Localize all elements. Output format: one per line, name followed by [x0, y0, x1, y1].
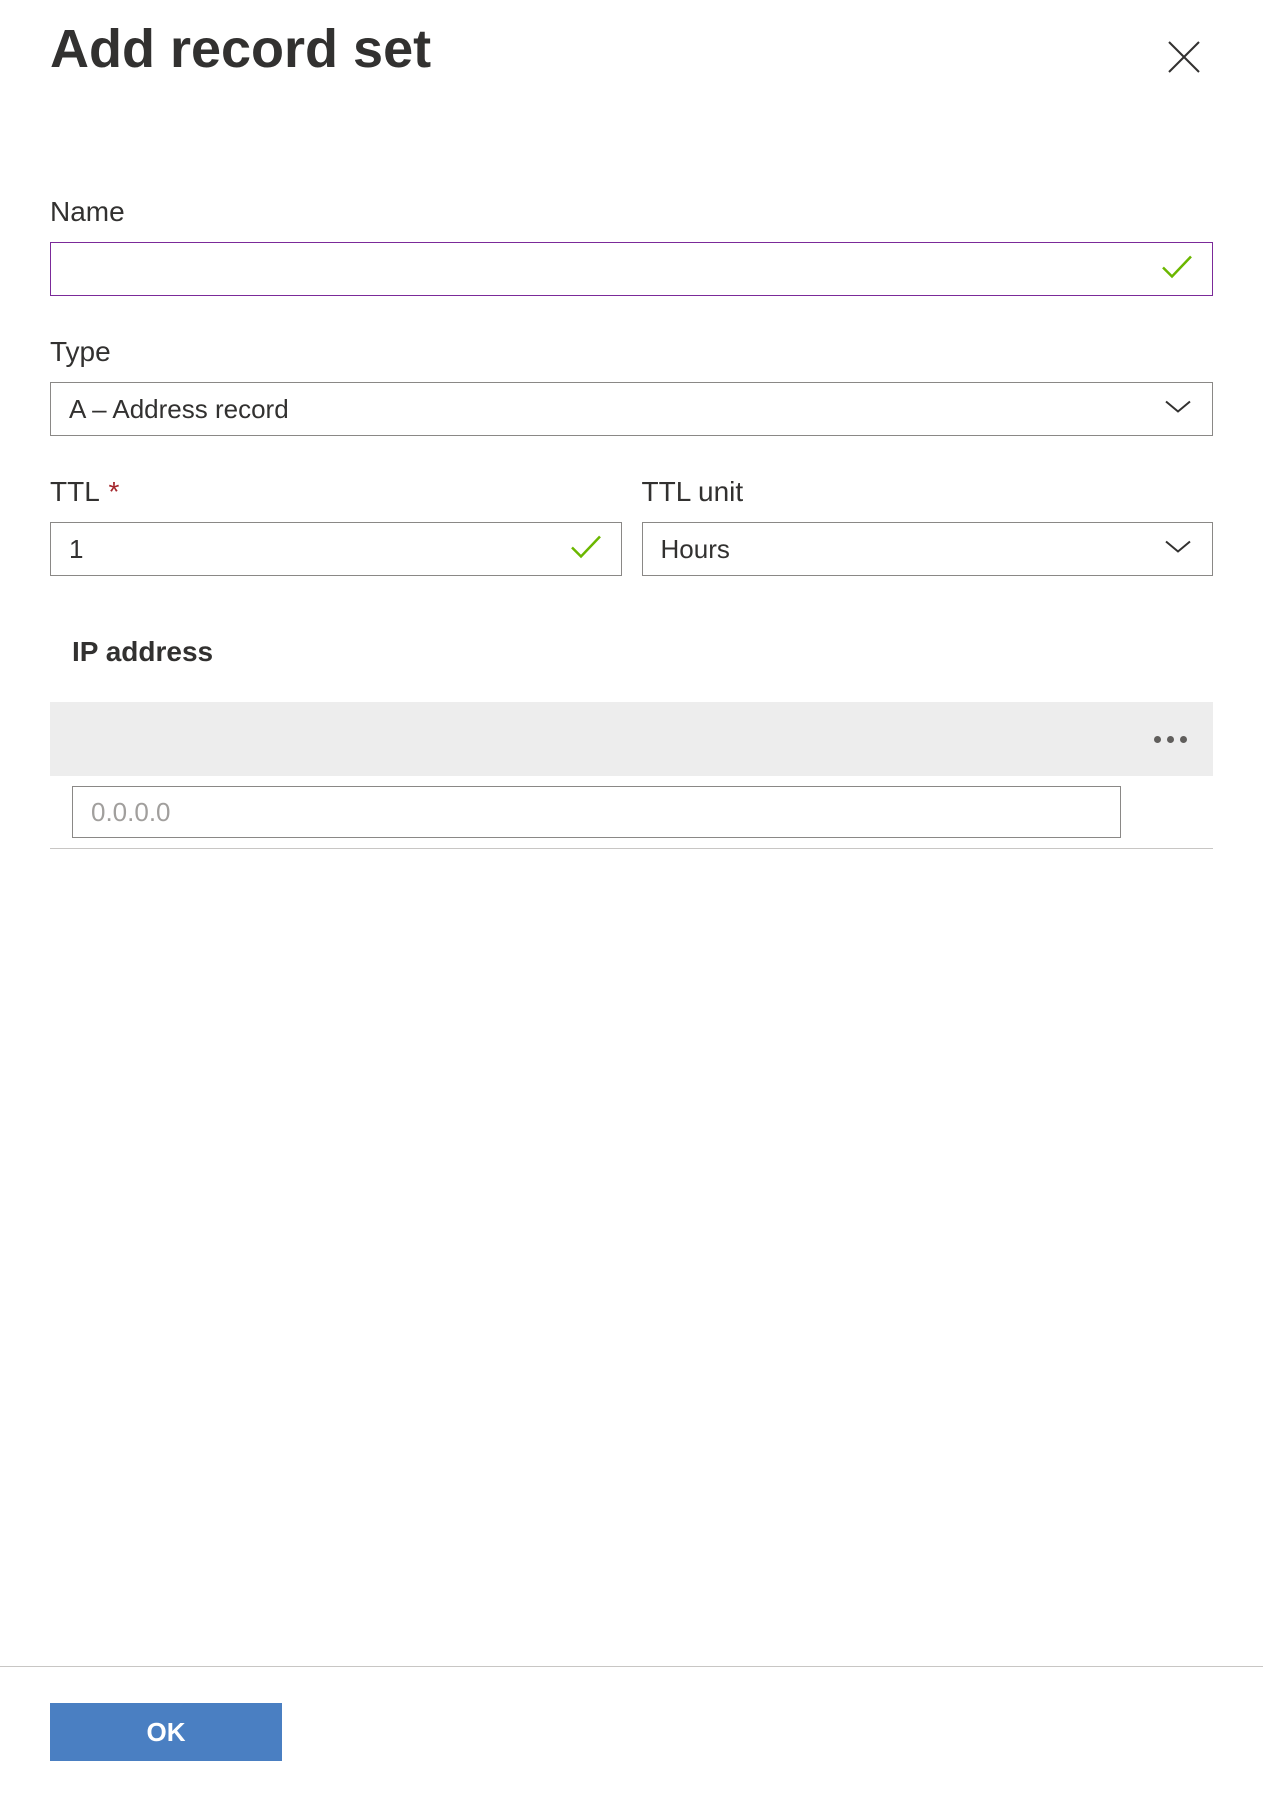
- ttl-row: TTL * TTL unit Hours: [50, 476, 1213, 576]
- ip-address-section: IP address: [50, 636, 1213, 849]
- ttl-input-wrapper: [50, 522, 622, 576]
- ip-row-placeholder: [50, 702, 1213, 776]
- type-field-group: Type A – Address record: [50, 336, 1213, 436]
- name-field-group: Name: [50, 196, 1213, 296]
- type-select-wrapper: A – Address record: [50, 382, 1213, 436]
- panel-header: Add record set: [50, 20, 1213, 86]
- ip-input-row: [50, 776, 1213, 849]
- ttl-label: TTL *: [50, 476, 622, 508]
- name-input[interactable]: [50, 242, 1213, 296]
- ttl-unit-select[interactable]: Hours: [642, 522, 1214, 576]
- panel-footer: OK: [0, 1666, 1263, 1797]
- ttl-field-group: TTL *: [50, 476, 622, 576]
- page-title: Add record set: [50, 20, 431, 79]
- ttl-unit-select-wrapper: Hours: [642, 522, 1214, 576]
- more-options-button[interactable]: [1154, 736, 1187, 743]
- ok-button[interactable]: OK: [50, 1703, 282, 1761]
- ttl-unit-label: TTL unit: [642, 476, 1214, 508]
- ttl-label-text: TTL: [50, 476, 99, 507]
- ellipsis-icon: [1167, 736, 1174, 743]
- ellipsis-icon: [1154, 736, 1161, 743]
- ip-address-input[interactable]: [72, 786, 1121, 838]
- close-icon: [1165, 38, 1203, 76]
- ttl-unit-field-group: TTL unit Hours: [642, 476, 1214, 576]
- required-asterisk: *: [109, 476, 120, 507]
- ip-address-header: IP address: [72, 636, 1213, 668]
- type-label: Type: [50, 336, 1213, 368]
- name-label: Name: [50, 196, 1213, 228]
- close-button[interactable]: [1155, 28, 1213, 86]
- ellipsis-icon: [1180, 736, 1187, 743]
- type-select[interactable]: A – Address record: [50, 382, 1213, 436]
- ttl-input[interactable]: [50, 522, 622, 576]
- name-input-wrapper: [50, 242, 1213, 296]
